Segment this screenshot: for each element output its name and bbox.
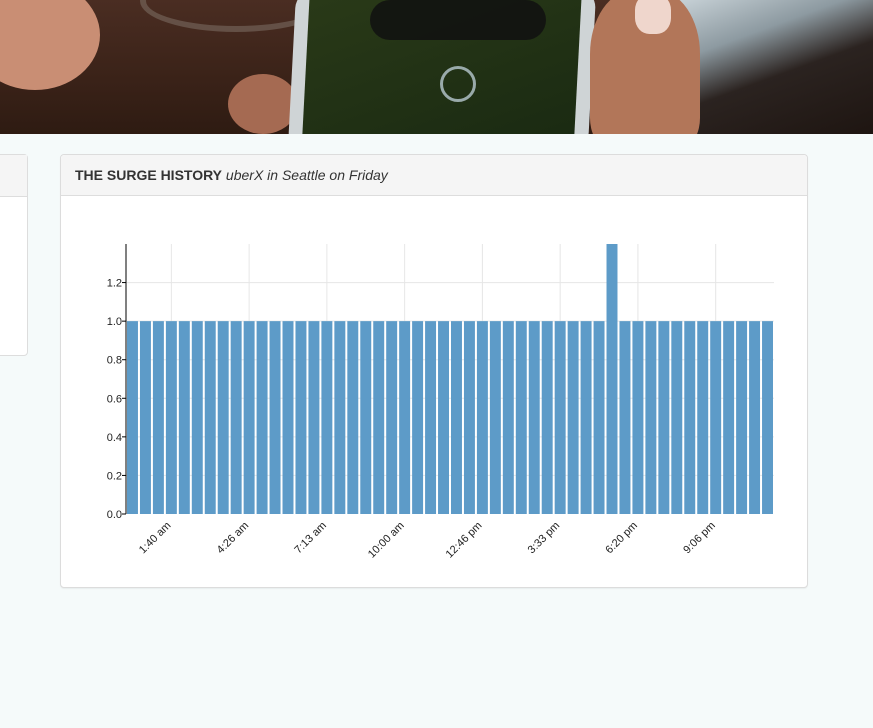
chart-bar — [230, 321, 242, 514]
phone-location-bar-shape — [370, 0, 546, 40]
chart-bar — [412, 321, 424, 514]
map-pin-icon — [440, 66, 476, 102]
card-title: THE SURGE HISTORY — [75, 167, 223, 183]
chart-bar — [243, 321, 255, 514]
x-tick-label: 10:00 am — [366, 520, 407, 561]
chart-bar — [360, 321, 372, 514]
chart-bar — [541, 321, 553, 514]
left-panel-card — [0, 154, 28, 356]
chart-bar — [567, 321, 579, 514]
chart-bar — [515, 321, 527, 514]
chart-bar — [671, 321, 683, 514]
chart-bar — [476, 321, 488, 514]
chart-bar — [619, 321, 631, 514]
y-tick-label: 1.0 — [107, 316, 122, 328]
chart-bar — [373, 321, 385, 514]
chart-bar — [554, 321, 566, 514]
x-tick-label: 1:40 am — [137, 520, 174, 557]
chart-bar — [127, 321, 138, 514]
chart-bar — [139, 321, 151, 514]
surge-history-card: THE SURGE HISTORY uberX in Seattle on Fr… — [60, 154, 808, 588]
left-panel-header — [0, 155, 27, 197]
card-header: THE SURGE HISTORY uberX in Seattle on Fr… — [61, 155, 807, 196]
table-edge-shape — [673, 0, 873, 134]
chart-bar — [580, 321, 592, 514]
chart-bar — [425, 321, 437, 514]
surge-bar-chart: 0.0 0.2 0.4 0.6 0.8 1.0 1.2 1:40 am 4:26 am 7:13 … — [107, 244, 774, 561]
chart-bar — [502, 321, 514, 514]
y-tick-label: 0.6 — [107, 393, 122, 405]
chart-bar — [645, 321, 657, 514]
chart-bar — [762, 321, 773, 514]
thumb-shape — [228, 74, 298, 134]
x-tick-label: 9:06 pm — [681, 520, 718, 557]
chart-bar — [386, 321, 398, 514]
chart-bar — [321, 321, 333, 514]
chart-bar — [606, 244, 618, 514]
x-tick-label: 6:20 pm — [603, 520, 640, 557]
chart-bar — [178, 321, 190, 514]
chart-bar — [295, 321, 307, 514]
chart-bar — [165, 321, 177, 514]
y-tick-label: 0.0 — [107, 509, 122, 521]
x-tick-label: 12:46 pm — [444, 520, 485, 561]
card-subtitle: uberX in Seattle on Friday — [225, 167, 388, 183]
chart-bar — [269, 321, 281, 514]
y-tick-label: 1.2 — [107, 278, 122, 290]
chart-bar — [347, 321, 359, 514]
chart-bar — [152, 321, 164, 514]
chart-bar — [334, 321, 346, 514]
x-tick-label: 3:33 pm — [526, 520, 563, 557]
chart-bar — [191, 321, 203, 514]
chart-bar — [710, 321, 722, 514]
chart-bar — [528, 321, 540, 514]
x-tick-label: 4:26 am — [215, 520, 252, 557]
chart-bar — [632, 321, 644, 514]
hero-banner-image — [0, 0, 873, 134]
hand-shape — [0, 0, 100, 90]
chart-bar — [489, 321, 501, 514]
x-tick-label: 7:13 am — [292, 520, 329, 557]
chart-bar — [451, 321, 462, 514]
chart-bar — [658, 321, 670, 514]
chart-bar — [204, 321, 216, 514]
chart-bar — [749, 321, 761, 514]
chart-bar — [684, 321, 696, 514]
y-tick-label: 0.8 — [107, 355, 122, 367]
chart-bar — [256, 321, 268, 514]
chart-bar — [736, 321, 748, 514]
chart-bar — [593, 321, 605, 514]
chart-bar — [282, 321, 294, 514]
chart-bar — [697, 321, 709, 514]
fingernail-shape — [635, 0, 671, 34]
chart-bar — [399, 321, 411, 514]
y-tick-label: 0.4 — [107, 432, 122, 444]
y-tick-label: 0.2 — [107, 470, 122, 482]
chart-bar — [217, 321, 229, 514]
chart-bar — [308, 321, 320, 514]
chart-bar — [438, 321, 449, 514]
chart-bar — [723, 321, 735, 514]
chart-bar — [463, 321, 475, 514]
